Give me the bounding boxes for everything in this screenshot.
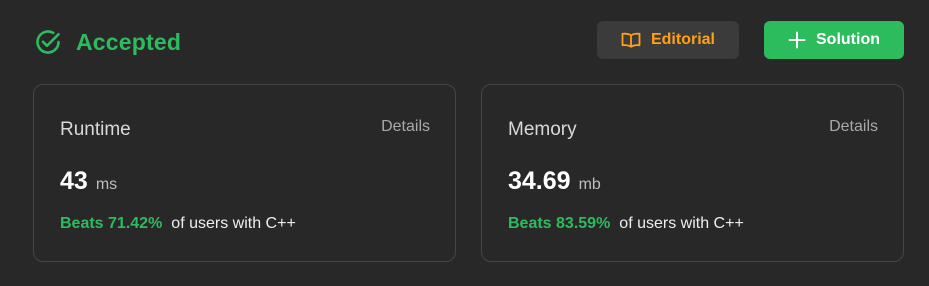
memory-details-link[interactable]: Details (829, 118, 878, 136)
memory-title: Memory (508, 119, 577, 140)
runtime-beats-text: of users with C++ (171, 215, 296, 232)
runtime-beats-percent: Beats 71.42% (60, 215, 163, 232)
runtime-details-link[interactable]: Details (381, 118, 430, 136)
memory-beats-text: of users with C++ (619, 215, 744, 232)
memory-number: 34.69 (508, 167, 571, 195)
memory-card: Memory Details 34.69 mb Beats 83.59% of … (481, 84, 904, 262)
memory-beats: Beats 83.59% of users with C++ (508, 215, 744, 233)
runtime-value: 43 ms (60, 167, 117, 196)
runtime-number: 43 (60, 167, 88, 195)
runtime-unit: ms (95, 176, 118, 193)
check-circle-icon (34, 28, 62, 56)
plus-icon (788, 31, 806, 49)
editorial-button[interactable]: Editorial (597, 21, 739, 59)
book-icon (621, 32, 641, 48)
status-label: Accepted (76, 28, 182, 55)
solution-label: Solution (816, 31, 880, 48)
editorial-label: Editorial (650, 31, 715, 48)
memory-beats-percent: Beats 83.59% (508, 215, 611, 232)
runtime-title: Runtime (60, 119, 131, 140)
runtime-card: Runtime Details 43 ms Beats 71.42% of us… (33, 84, 456, 262)
status-header: Accepted (34, 26, 181, 58)
memory-unit: mb (578, 176, 601, 193)
add-solution-button[interactable]: Solution (764, 21, 904, 59)
runtime-beats: Beats 71.42% of users with C++ (60, 215, 296, 233)
memory-value: 34.69 mb (508, 167, 601, 196)
submission-result-panel: Accepted Editorial Solution Runtime Deta… (0, 0, 929, 286)
